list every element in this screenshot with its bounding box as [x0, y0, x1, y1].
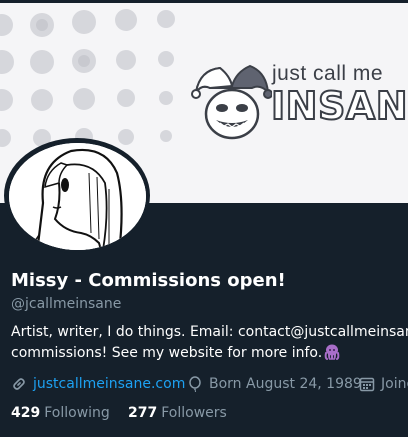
followers-stat[interactable]: 277 Followers — [128, 405, 227, 421]
joined-item: Joined — [359, 374, 408, 394]
calendar-icon — [359, 377, 375, 392]
profile-name: Missy - Commissions open! — [11, 270, 286, 291]
bio-line-2-text: commissions! See my website for more inf… — [11, 345, 323, 361]
link-icon — [13, 378, 25, 390]
joined-text: Joined — [381, 376, 408, 392]
website-link[interactable]: justcallmeinsane.com — [33, 374, 185, 394]
octopus-emoji-icon — [324, 344, 340, 360]
logo-text-bottom: INSANE — [270, 83, 408, 129]
balloon-icon — [189, 376, 201, 392]
bio-line-1: Artist, writer, I do things. Email: cont… — [11, 324, 408, 340]
bio-line-2: commissions! See my website for more inf… — [11, 343, 408, 364]
birthday-item: Born August 24, 1989 — [187, 374, 367, 394]
profile-bio: Artist, writer, I do things. Email: cont… — [11, 322, 408, 364]
birthday-text: Born August 24, 1989 — [209, 376, 362, 392]
top-edge — [0, 0, 408, 3]
avatar-drawing — [9, 143, 146, 250]
website-item[interactable]: justcallmeinsane.com — [11, 374, 185, 394]
jester-logo-icon — [191, 64, 272, 140]
profile-handle: @jcallmeinsane — [11, 296, 122, 312]
following-count: 429 — [11, 405, 41, 421]
followers-count: 277 — [128, 405, 158, 421]
followers-label: Followers — [161, 405, 227, 421]
logo-text-top: just call me — [272, 62, 384, 85]
following-label: Following — [44, 405, 110, 421]
avatar[interactable] — [9, 143, 146, 250]
following-stat[interactable]: 429 Following — [11, 405, 110, 421]
dot-pattern — [0, 9, 175, 147]
